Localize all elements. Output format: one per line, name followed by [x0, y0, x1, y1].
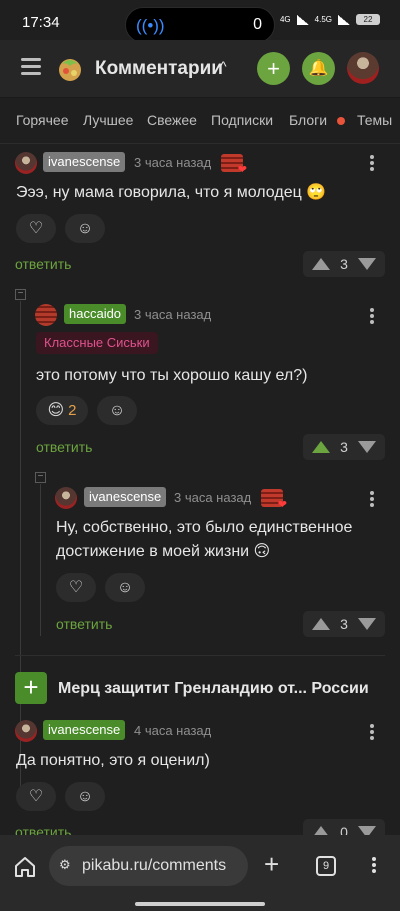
reply-link[interactable]: ответить	[15, 256, 71, 272]
vote-control: 0	[303, 819, 385, 835]
signal-icon-2	[338, 14, 350, 25]
site-settings-icon[interactable]: ⚙	[59, 857, 77, 875]
comment-author[interactable]: ivanescense	[84, 487, 167, 507]
comment-author[interactable]: haccaido	[64, 304, 127, 324]
tab-hot[interactable]: Горячее	[16, 112, 69, 128]
new-tab-plus-icon[interactable]: +	[264, 849, 279, 880]
downvote-arrow-icon[interactable]	[358, 618, 376, 630]
comment-author[interactable]: ivanescense	[43, 720, 126, 740]
vote-control: 3	[303, 251, 385, 277]
tab-fresh[interactable]: Свежее	[147, 112, 197, 128]
comment-avatar[interactable]	[35, 304, 57, 326]
comment-text: Эээ, ну мама говорила, что я молодец 🙄	[16, 184, 327, 201]
tab-blogs[interactable]: Блоги	[289, 112, 327, 128]
upvote-arrow-icon[interactable]	[312, 618, 330, 630]
comment-avatar[interactable]	[15, 152, 37, 174]
upvote-arrow-icon[interactable]	[312, 258, 330, 270]
tab-subscriptions[interactable]: Подписки	[211, 112, 273, 128]
pill-count: 0	[253, 16, 262, 33]
network-label-2: 4.5G	[314, 15, 332, 24]
add-reaction-button[interactable]: ☺	[105, 573, 145, 602]
reaction-count: 2	[68, 402, 77, 419]
dynamic-island-pill[interactable]: ((•)) 0	[125, 7, 275, 43]
add-reaction-button[interactable]: ☺	[65, 782, 105, 811]
collapse-thread-button[interactable]: −	[15, 289, 26, 300]
gesture-bar[interactable]	[135, 902, 265, 906]
downvote-arrow-icon[interactable]	[358, 258, 376, 270]
tab-topics[interactable]: Темы	[357, 112, 392, 128]
more-options-icon[interactable]	[369, 722, 375, 742]
signal-icon	[296, 14, 309, 25]
comment-text: Да понятно, это я оценил)	[16, 752, 210, 769]
downvote-arrow-icon[interactable]	[358, 441, 376, 453]
vote-score: 3	[340, 439, 348, 455]
divider	[15, 655, 385, 656]
blogs-new-dot	[337, 117, 345, 125]
battery-icon: 22	[356, 14, 380, 25]
comment-time: 4 часа назад	[134, 723, 212, 738]
app-header: Комментарии ^ + 🔔	[0, 40, 400, 98]
home-icon[interactable]	[13, 855, 37, 879]
award-badge-icon[interactable]	[221, 154, 247, 176]
vote-score: 3	[340, 616, 348, 632]
more-options-icon[interactable]	[369, 306, 375, 326]
add-reaction-button[interactable]: ☺	[65, 214, 105, 243]
smile-emoji-icon: 😊	[47, 402, 65, 419]
like-heart-button[interactable]: ♡	[16, 782, 56, 811]
like-heart-button[interactable]: ♡	[16, 214, 56, 243]
status-time: 17:34	[22, 14, 60, 31]
like-heart-button[interactable]: ♡	[56, 573, 96, 602]
tab-switcher-button[interactable]: 9	[316, 856, 336, 876]
comment-text: это потому что ты хорошо кашу ел?)	[36, 367, 308, 384]
url-text[interactable]: pikabu.ru/comments	[82, 857, 226, 875]
reply-link[interactable]: ответить	[36, 439, 92, 455]
address-bar[interactable]: ⚙ pikabu.ru/comments	[49, 846, 248, 886]
thread-line[interactable]	[40, 484, 41, 636]
hamburger-menu-icon[interactable]	[21, 58, 41, 76]
reply-link[interactable]: ответить	[15, 824, 71, 835]
comment-text-line-1: Ну, собственно, это было единственное	[56, 519, 353, 536]
reply-link[interactable]: ответить	[56, 616, 112, 632]
comment-text-line-2: достижение в моей жизни 🙃	[56, 543, 271, 560]
pikabu-logo-icon[interactable]	[55, 54, 85, 84]
page-title[interactable]: Комментарии	[95, 58, 223, 80]
collapse-thread-button[interactable]: −	[35, 472, 46, 483]
comment-avatar[interactable]	[15, 720, 37, 742]
comment-time: 3 часа назад	[134, 307, 212, 322]
network-label-1: 4G	[279, 15, 291, 24]
user-tag-label[interactable]: Классные Сиськи	[36, 332, 158, 354]
vote-score: 3	[340, 256, 348, 272]
downvote-arrow-icon[interactable]	[358, 826, 376, 835]
more-options-icon[interactable]	[369, 489, 375, 509]
reaction-smile-button[interactable]: 😊 2	[36, 396, 88, 425]
comment-time: 3 часа назад	[174, 490, 252, 505]
vote-score: 0	[340, 824, 348, 835]
more-options-icon[interactable]	[369, 153, 375, 173]
tab-best[interactable]: Лучшее	[83, 112, 133, 128]
award-badge-icon[interactable]	[261, 489, 287, 511]
broadcast-icon: ((•))	[136, 16, 165, 35]
vote-control: 3	[303, 611, 385, 637]
comments-list: ivanescense 3 часа назад Эээ, ну мама го…	[0, 145, 400, 835]
add-reaction-button[interactable]: ☺	[97, 396, 137, 425]
upvote-arrow-icon[interactable]	[312, 826, 330, 835]
browser-menu-icon[interactable]	[372, 855, 376, 875]
comment-author[interactable]: ivanescense	[43, 152, 126, 172]
add-post-button[interactable]: +	[257, 52, 290, 85]
upvote-arrow-icon[interactable]	[312, 441, 330, 453]
status-icons: 4G 4.5G 22	[280, 14, 380, 25]
chevron-up-icon[interactable]: ^	[220, 58, 227, 74]
notifications-bell-icon[interactable]: 🔔	[302, 52, 335, 85]
comment-avatar[interactable]	[55, 487, 77, 509]
feed-tabs: Горячее Лучшее Свежее Подписки Блоги Тем…	[0, 98, 400, 144]
browser-bottom-bar: ⚙ pikabu.ru/comments + 9	[0, 835, 400, 911]
comment-time: 3 часа назад	[134, 155, 212, 170]
vote-control: 3	[303, 434, 385, 460]
post-title[interactable]: Мерц защитит Гренландию от... России	[58, 680, 369, 698]
user-avatar[interactable]	[347, 52, 379, 84]
status-bar: 17:34 ((•)) 0 4G 4.5G 22	[0, 0, 400, 43]
expand-post-button[interactable]: +	[15, 672, 47, 704]
